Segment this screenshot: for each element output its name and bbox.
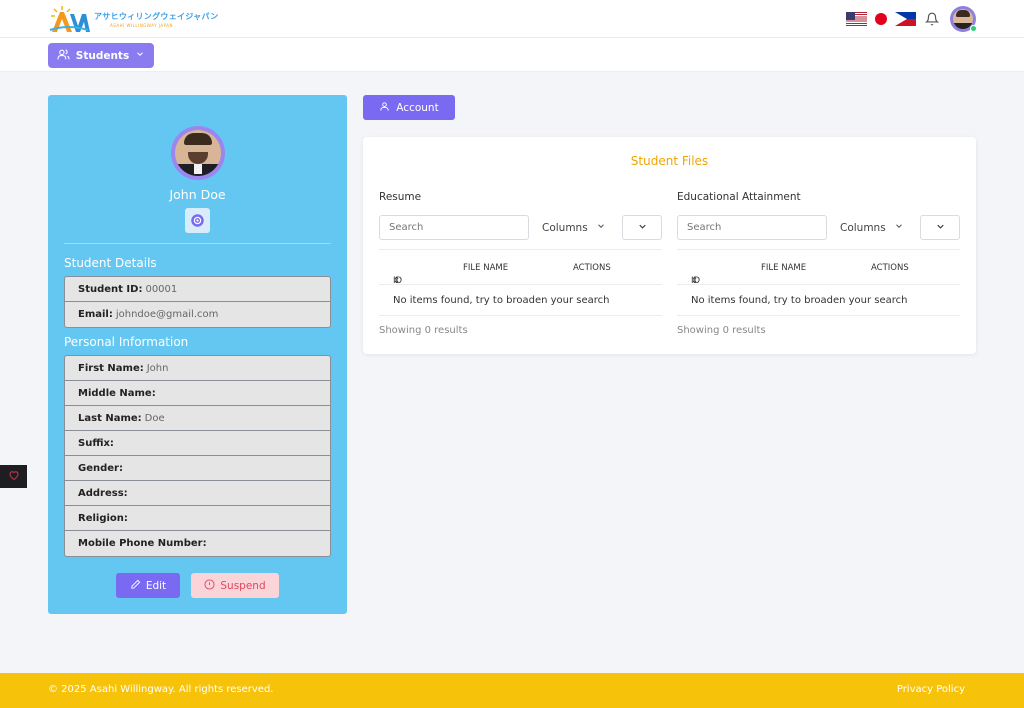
flag-jp-icon[interactable] [875, 13, 887, 25]
resume-empty-message: No items found, try to broaden your sear… [379, 285, 662, 316]
profile-divider [64, 243, 331, 244]
student-name: John Doe [169, 187, 226, 202]
resume-results-count: Showing 0 results [379, 325, 468, 336]
bell-icon[interactable] [924, 11, 940, 27]
info-label: Suffix: [78, 437, 114, 449]
user-avatar[interactable] [950, 6, 977, 32]
info-row-last-name: Last Name: Doe [65, 406, 330, 431]
resume-dropdown-button[interactable] [622, 215, 662, 240]
student-files-title: Student Files [630, 154, 709, 168]
chevron-down-icon [935, 221, 946, 235]
educational-attainment-panel: Educational Attainment Columns ID ⇕ FILE… [677, 191, 960, 336]
edit-label: Edit [145, 579, 167, 592]
floating-side-tab[interactable] [0, 465, 27, 488]
info-label: First Name: [78, 362, 144, 374]
students-menu-label: Students [75, 49, 130, 62]
columns-label: Columns [840, 221, 886, 234]
student-files-card: Student Files Resume Columns ID ⇕ FILE N… [363, 137, 976, 354]
info-label: Gender: [78, 462, 123, 474]
student-avatar [171, 126, 225, 180]
info-row-address: Address: [65, 481, 330, 506]
top-bar: アサヒウィリングウェイジャパン ASAHI WILLINGWAY JAPAN [0, 0, 1024, 38]
detail-row-email: Email: johndoe@gmail.com [65, 302, 330, 327]
detail-label: Email: [78, 309, 113, 320]
flag-us-icon[interactable] [846, 12, 867, 26]
resume-panel: Resume Columns ID ⇕ FILE NAME ACTIONS No… [379, 191, 662, 336]
logo-japanese-text: アサヒウィリングウェイジャパン [94, 11, 219, 21]
info-row-mobile-phone: Mobile Phone Number: [65, 531, 330, 556]
resume-search-input[interactable] [379, 215, 529, 240]
chevron-down-icon [637, 221, 648, 235]
sub-nav-bar: Students [0, 38, 1024, 72]
personal-info-box: First Name: John Middle Name: Last Name: D… [64, 355, 331, 557]
resume-columns-button[interactable]: Columns [542, 215, 612, 240]
actions-column-header: ACTIONS [871, 263, 909, 273]
logo-english-text: ASAHI WILLINGWAY JAPAN [110, 22, 174, 28]
education-dropdown-button[interactable] [920, 215, 960, 240]
online-status-dot [970, 25, 977, 32]
logo-mark-icon [48, 4, 92, 34]
detail-value: 00001 [145, 283, 178, 295]
copyright-text: © 2025 Asahi Willingway. All rights rese… [48, 684, 274, 695]
students-menu-button[interactable]: Students [48, 43, 154, 68]
page-footer: © 2025 Asahi Willingway. All rights rese… [0, 673, 1024, 708]
info-label: Religion: [78, 512, 128, 524]
info-value: John [146, 362, 169, 374]
info-label: Last Name: [78, 412, 142, 424]
detail-row-student-id: Student ID: 00001 [65, 277, 330, 302]
panel-title: Resume [379, 191, 422, 203]
file-name-column-header: FILE NAME [463, 263, 509, 273]
users-icon [57, 48, 70, 64]
chevron-down-icon [894, 221, 904, 234]
education-empty-message: No items found, try to broaden your sear… [677, 285, 960, 316]
student-details-box: Student ID: 00001 Email: johndoe@gmail.com [64, 276, 331, 328]
account-label: Account [396, 101, 439, 114]
account-button[interactable]: Account [363, 95, 455, 120]
file-name-column-header: FILE NAME [761, 263, 807, 273]
company-logo[interactable]: アサヒウィリングウェイジャパン ASAHI WILLINGWAY JAPAN [48, 4, 219, 34]
student-details-title: Student Details [64, 256, 157, 270]
privacy-policy-link[interactable]: Privacy Policy [897, 684, 965, 695]
info-label: Middle Name: [78, 387, 156, 399]
columns-label: Columns [542, 221, 588, 234]
suspend-button[interactable]: Suspend [191, 573, 279, 598]
info-row-suffix: Suffix: [65, 431, 330, 456]
edit-button[interactable]: Edit [116, 573, 180, 598]
info-row-religion: Religion: [65, 506, 330, 531]
info-value: Doe [144, 412, 165, 424]
education-columns-button[interactable]: Columns [840, 215, 910, 240]
user-icon [379, 101, 390, 115]
status-badge-icon[interactable] [185, 208, 210, 233]
heart-icon [8, 469, 20, 484]
info-label: Mobile Phone Number: [78, 538, 207, 549]
resume-table-header: ID ⇕ FILE NAME ACTIONS [379, 249, 662, 286]
education-results-count: Showing 0 results [677, 325, 766, 336]
actions-column-header: ACTIONS [573, 263, 611, 273]
detail-value: johndoe@gmail.com [115, 309, 219, 320]
suspend-label: Suspend [220, 579, 266, 592]
student-profile-card: John Doe Student Details Student ID: 0000… [48, 95, 347, 614]
info-row-middle-name: Middle Name: [65, 381, 330, 406]
info-label: Address: [78, 487, 128, 499]
education-search-input[interactable] [677, 215, 827, 240]
info-row-first-name: First Name: John [65, 356, 330, 381]
flag-ph-icon[interactable] [895, 12, 916, 26]
panel-title: Educational Attainment [677, 191, 801, 203]
info-row-gender: Gender: [65, 456, 330, 481]
chevron-down-icon [135, 49, 145, 62]
chevron-down-icon [596, 221, 606, 234]
alert-circle-icon [204, 578, 215, 593]
education-table-header: ID ⇕ FILE NAME ACTIONS [677, 249, 960, 286]
pencil-icon [130, 579, 141, 593]
detail-label: Student ID: [78, 283, 143, 295]
personal-info-title: Personal Information [64, 335, 189, 349]
